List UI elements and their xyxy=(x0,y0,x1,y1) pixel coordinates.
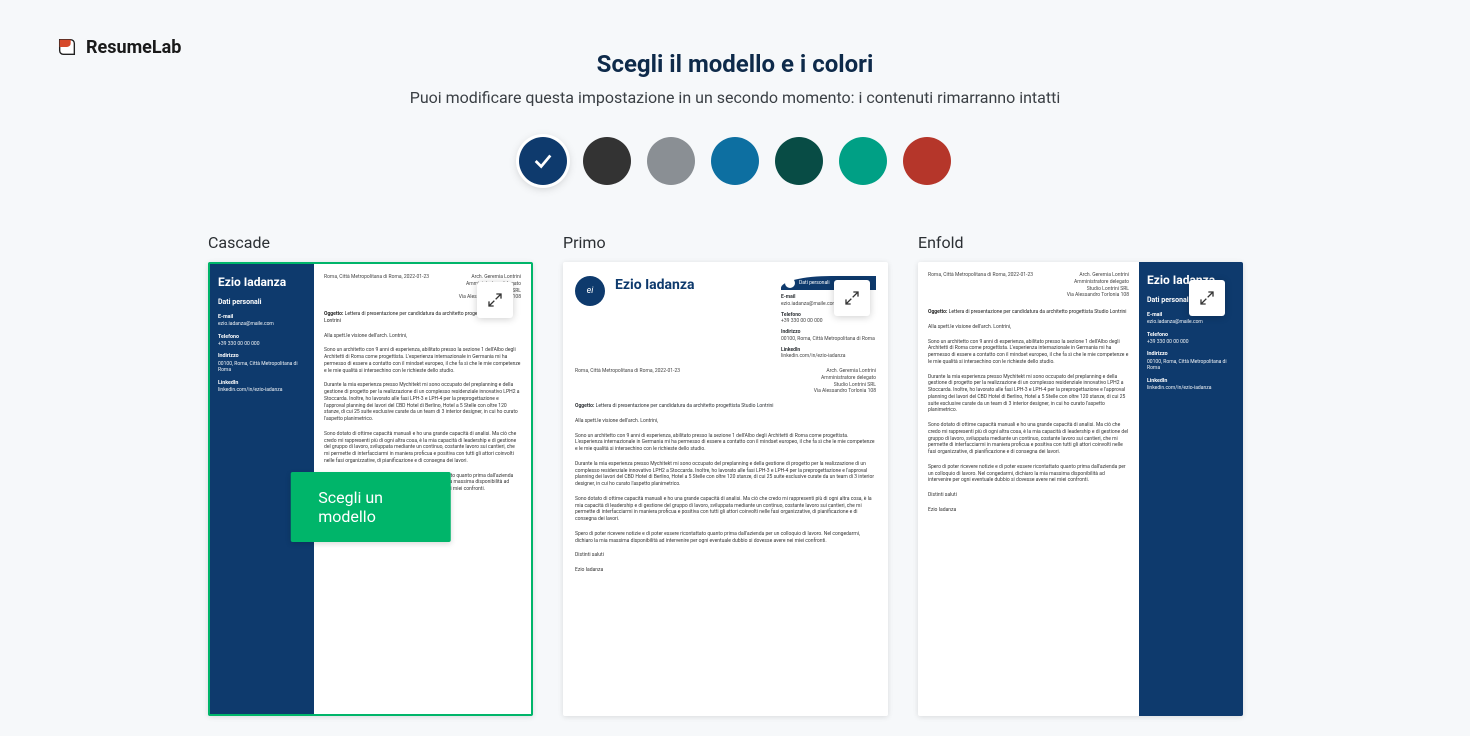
color-swatch-red[interactable] xyxy=(903,137,951,185)
expand-icon xyxy=(1199,290,1215,306)
template-label-primo: Primo xyxy=(563,233,888,252)
preview-doc: ei Ezio Iadanza Dati personali E-mailezi… xyxy=(563,262,888,716)
preview-side-heading: Dati personali xyxy=(218,298,306,307)
page-title: Scegli il modello e i colori xyxy=(0,50,1470,78)
expand-icon xyxy=(844,290,860,306)
color-swatch-navy[interactable] xyxy=(519,137,567,185)
check-icon xyxy=(532,150,554,172)
color-swatch-gray[interactable] xyxy=(647,137,695,185)
color-swatch-dark-teal[interactable] xyxy=(775,137,823,185)
color-swatch-teal[interactable] xyxy=(839,137,887,185)
template-card-cascade[interactable]: Scegli un modello Ezio Iadanza Dati pers… xyxy=(208,262,533,716)
brand-icon xyxy=(56,36,78,58)
template-label-enfold: Enfold xyxy=(918,233,1243,252)
template-card-primo[interactable]: ei Ezio Iadanza Dati personali E-mailezi… xyxy=(563,262,888,716)
page-subtitle: Puoi modificare questa impostazione in u… xyxy=(0,88,1470,107)
expand-button[interactable] xyxy=(1189,280,1225,316)
color-swatch-charcoal[interactable] xyxy=(583,137,631,185)
color-picker xyxy=(0,137,1470,185)
avatar: ei xyxy=(575,276,605,306)
preview-name: Ezio Iadanza xyxy=(615,276,695,295)
expand-icon xyxy=(487,292,503,308)
expand-button[interactable] xyxy=(477,282,513,318)
expand-button[interactable] xyxy=(834,280,870,316)
brand-name: ResumeLab xyxy=(86,37,181,58)
color-swatch-blue[interactable] xyxy=(711,137,759,185)
preview-doc: Ezio Iadanza Dati personali E-mail ezio.… xyxy=(918,262,1243,716)
choose-template-button[interactable]: Scegli un modello xyxy=(290,472,451,542)
template-label-cascade: Cascade xyxy=(208,233,533,252)
template-card-enfold[interactable]: Ezio Iadanza Dati personali E-mail ezio.… xyxy=(918,262,1243,716)
preview-name: Ezio Iadanza xyxy=(218,274,306,290)
